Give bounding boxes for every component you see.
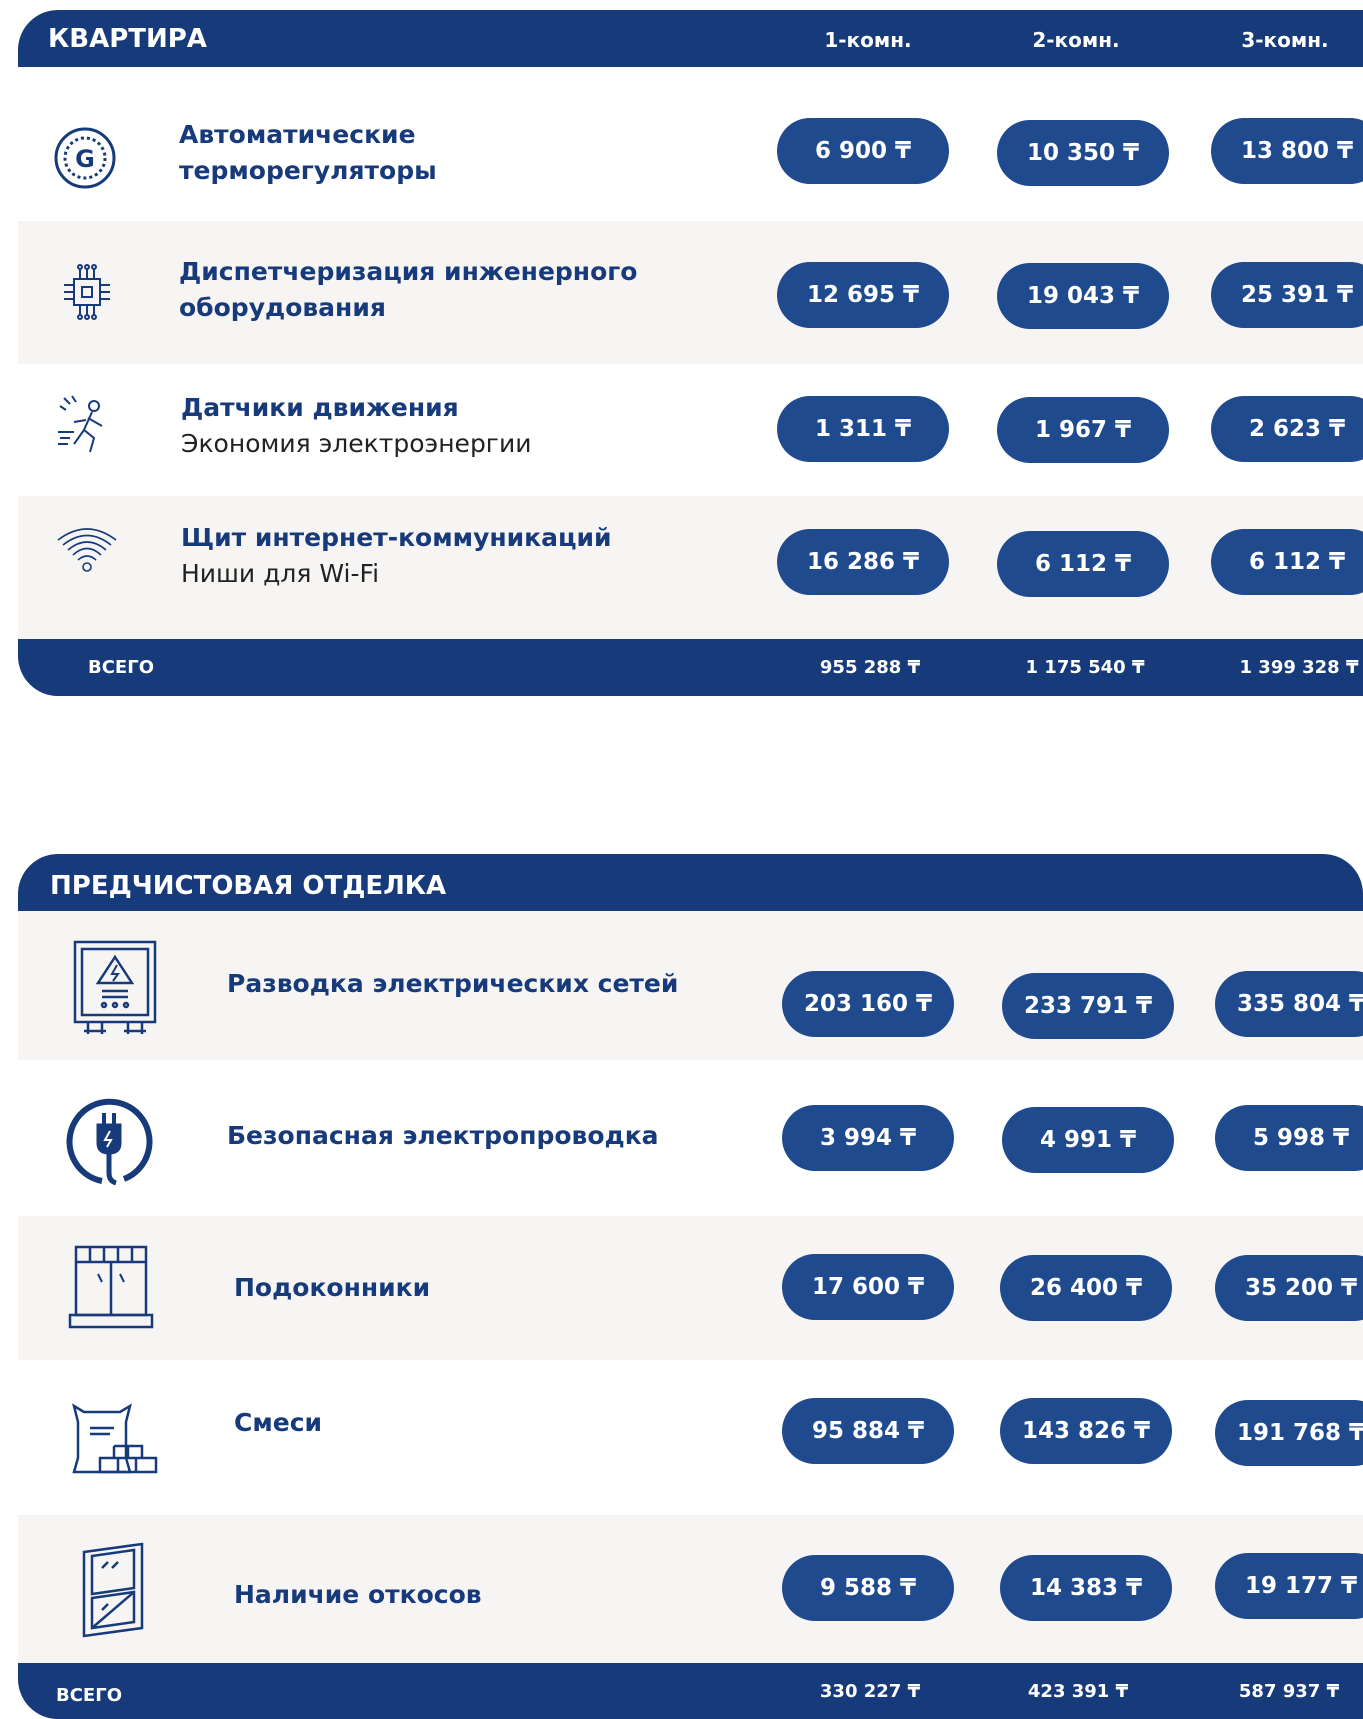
- table-row: Разводка электрических сетей 203 160 ₸ 2…: [18, 911, 1363, 1060]
- column-3-room: 3-комн.: [1241, 28, 1329, 52]
- thermostat-icon: G: [52, 125, 118, 195]
- row-title: Диспетчеризация инженерного оборудования: [179, 257, 638, 322]
- column-2-room: 2-комн.: [1032, 28, 1120, 52]
- table-row: Датчики движения Экономия электроэнергии…: [18, 364, 1363, 496]
- price-1-room: 203 160 ₸: [782, 971, 954, 1037]
- price-2-room: 10 350 ₸: [997, 120, 1169, 186]
- price-1-room: 95 884 ₸: [782, 1398, 954, 1464]
- total-3-room: 587 937 ₸: [1238, 1681, 1340, 1702]
- total-1-room: 955 288 ₸: [819, 657, 921, 678]
- price-3-room: 19 177 ₸: [1215, 1553, 1363, 1619]
- price-1-room: 6 900 ₸: [777, 118, 949, 184]
- row-title: Подоконники: [234, 1273, 431, 1302]
- total-2-room: 423 391 ₸: [1027, 1681, 1129, 1702]
- electrical-panel-icon: [72, 939, 158, 1041]
- prefinish-title: ПРЕДЧИСТОВАЯ ОТДЕЛКА: [50, 871, 447, 901]
- row-subtitle: Ниши для Wi-Fi: [181, 559, 380, 588]
- price-1-room: 1 311 ₸: [777, 396, 949, 462]
- price-3-room: 35 200 ₸: [1215, 1255, 1363, 1321]
- table-row: Диспетчеризация инженерного оборудования…: [18, 221, 1363, 364]
- price-2-room: 19 043 ₸: [997, 263, 1169, 329]
- table-row: Подоконники 17 600 ₸ 26 400 ₸ 35 200 ₸: [18, 1216, 1363, 1360]
- apartment-title: КВАРТИРА: [48, 24, 207, 54]
- row-title: Безопасная электропроводка: [227, 1121, 659, 1150]
- apartment-total-bar: ВСЕГО 955 288 ₸ 1 175 540 ₸ 1 399 328 ₸: [18, 639, 1363, 696]
- price-2-room: 4 991 ₸: [1002, 1107, 1174, 1173]
- row-title: Наличие откосов: [234, 1580, 482, 1609]
- total-label: ВСЕГО: [56, 1685, 122, 1706]
- price-1-room: 16 286 ₸: [777, 529, 949, 595]
- price-1-room: 12 695 ₸: [777, 262, 949, 328]
- price-2-room: 1 967 ₸: [997, 397, 1169, 463]
- price-1-room: 17 600 ₸: [782, 1254, 954, 1320]
- total-2-room: 1 175 540 ₸: [1025, 657, 1145, 678]
- total-label: ВСЕГО: [88, 657, 154, 678]
- price-3-room: 191 768 ₸: [1215, 1400, 1363, 1466]
- price-1-room: 9 588 ₸: [782, 1555, 954, 1621]
- window-sill-icon: [68, 1244, 154, 1334]
- apartment-section: КВАРТИРА 1-комн. 2-комн. 3-комн. G Автом…: [18, 10, 1363, 696]
- motion-sensor-icon: [54, 392, 120, 462]
- wifi-icon: [54, 524, 120, 578]
- cement-bag-icon: [70, 1402, 160, 1480]
- prefinish-section: ПРЕДЧИСТОВАЯ ОТДЕЛКА Разводка электричес…: [18, 854, 1363, 1719]
- chip-icon: [54, 259, 120, 329]
- svg-text:G: G: [75, 145, 95, 173]
- price-2-room: 143 826 ₸: [1000, 1398, 1172, 1464]
- price-2-room: 6 112 ₸: [997, 531, 1169, 597]
- price-2-room: 14 383 ₸: [1000, 1555, 1172, 1621]
- prefinish-total-bar: ВСЕГО 330 227 ₸ 423 391 ₸ 587 937 ₸: [18, 1663, 1363, 1719]
- table-row: G Автоматические терморегуляторы 6 900 ₸…: [18, 67, 1363, 211]
- price-3-room: 25 391 ₸: [1211, 262, 1363, 328]
- prefinish-header: ПРЕДЧИСТОВАЯ ОТДЕЛКА: [18, 854, 1363, 911]
- row-title: Щит интернет-коммуникаций: [181, 523, 612, 552]
- price-2-room: 233 791 ₸: [1002, 973, 1174, 1039]
- power-plug-icon: [64, 1095, 154, 1191]
- apartment-header: КВАРТИРА 1-комн. 2-комн. 3-комн.: [18, 10, 1363, 67]
- row-title: Автоматические терморегуляторы: [179, 120, 437, 185]
- table-row: Смеси 95 884 ₸ 143 826 ₸ 191 768 ₸: [18, 1360, 1363, 1515]
- window-slope-icon: [76, 1542, 156, 1642]
- column-1-room: 1-комн.: [824, 28, 912, 52]
- row-title: Разводка электрических сетей: [227, 969, 679, 998]
- table-row: Щит интернет-коммуникаций Ниши для Wi-Fi…: [18, 496, 1363, 642]
- price-2-room: 26 400 ₸: [1000, 1255, 1172, 1321]
- row-title: Датчики движения: [181, 393, 459, 422]
- total-1-room: 330 227 ₸: [819, 1681, 921, 1702]
- total-3-room: 1 399 328 ₸: [1239, 657, 1359, 678]
- price-1-room: 3 994 ₸: [782, 1105, 954, 1171]
- price-3-room: 5 998 ₸: [1215, 1105, 1363, 1171]
- price-3-room: 335 804 ₸: [1215, 971, 1363, 1037]
- price-3-room: 2 623 ₸: [1211, 396, 1363, 462]
- row-subtitle: Экономия электроэнергии: [181, 429, 532, 458]
- table-row: Наличие откосов 9 588 ₸ 14 383 ₸ 19 177 …: [18, 1515, 1363, 1663]
- price-3-room: 13 800 ₸: [1211, 118, 1363, 184]
- price-3-room: 6 112 ₸: [1211, 529, 1363, 595]
- row-title: Смеси: [234, 1408, 323, 1437]
- table-row: Безопасная электропроводка 3 994 ₸ 4 991…: [18, 1060, 1363, 1216]
